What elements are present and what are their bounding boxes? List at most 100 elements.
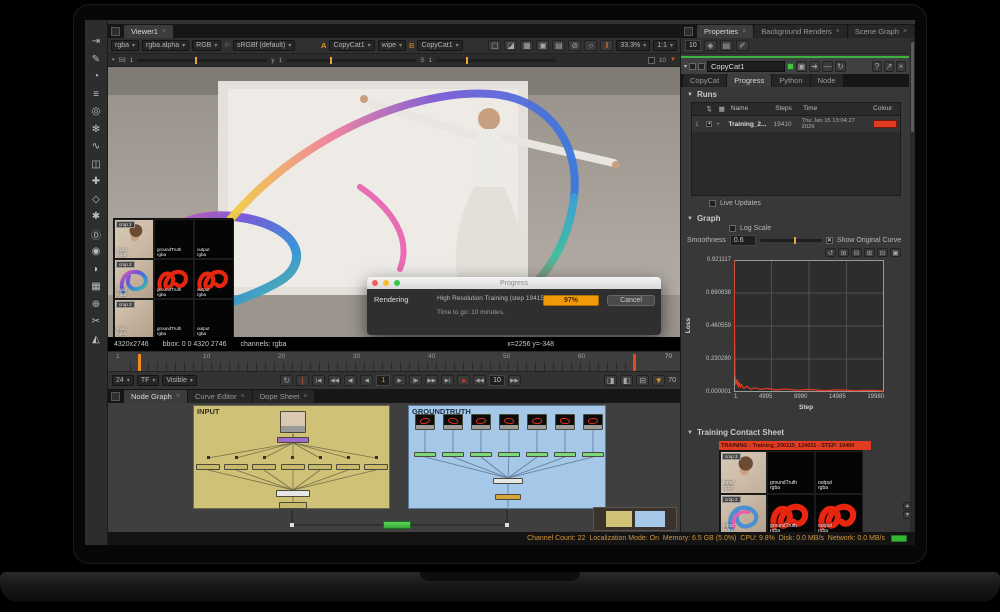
- 3d-toolbar-icon[interactable]: ◇: [88, 192, 105, 207]
- tab-node-graph[interactable]: Node Graph×: [124, 390, 187, 403]
- saturation-value[interactable]: 1: [429, 57, 433, 64]
- particles-toolbar-icon[interactable]: ✱: [88, 209, 105, 224]
- clear-panels-icon[interactable]: ✐: [736, 40, 749, 51]
- proxy-select[interactable]: 1:1▾: [653, 40, 677, 51]
- keyer-toolbar-icon[interactable]: ∿: [88, 139, 105, 154]
- goto-node-icon[interactable]: ➔: [809, 61, 820, 72]
- progress-dialog-titlebar[interactable]: Progress: [367, 277, 661, 289]
- play-backward-button[interactable]: ◀: [360, 375, 373, 386]
- close-tab-icon[interactable]: ×: [903, 28, 907, 35]
- read-node[interactable]: [583, 414, 603, 430]
- close-tab-icon[interactable]: ×: [303, 393, 307, 400]
- tab-background-renders[interactable]: Background Renders×: [754, 25, 847, 38]
- gamma-display-icon[interactable]: ○: [584, 40, 597, 51]
- stop-record-icon[interactable]: ●: [457, 375, 470, 386]
- zoom-out-y-icon[interactable]: ⊟: [877, 248, 888, 257]
- tab-progress[interactable]: Progress: [727, 74, 771, 87]
- step-back-button[interactable]: ◀|: [344, 375, 357, 386]
- node-color-dropdown-icon[interactable]: ▾: [684, 63, 687, 70]
- reformat-node[interactable]: [495, 494, 521, 500]
- max-panels-field[interactable]: 10: [685, 40, 701, 51]
- colorspace-select[interactable]: sRGBf (default)▾: [233, 40, 295, 51]
- a-buffer-select[interactable]: CopyCat1▾: [329, 40, 374, 51]
- close-tab-icon[interactable]: ×: [836, 28, 840, 35]
- lock-panels-icon[interactable]: ◈: [704, 40, 717, 51]
- crop-node[interactable]: [442, 452, 464, 457]
- prev-keyframe-button[interactable]: ◀◀: [328, 375, 341, 386]
- close-tab-icon[interactable]: ×: [241, 393, 245, 400]
- runs-table[interactable]: ⇅ ▦ Name Steps Time Colour 1 ▪ + Trainin…: [691, 102, 901, 196]
- gizmos-toolbar-icon[interactable]: ◭: [88, 332, 105, 347]
- gain-fstop-value[interactable]: 59: [119, 57, 126, 64]
- color-toolbar-icon[interactable]: ◎: [88, 104, 105, 119]
- minimize-panel-icon[interactable]: —: [822, 61, 833, 72]
- crop-node[interactable]: [281, 464, 305, 470]
- runs-section-header[interactable]: ▼ Runs: [687, 90, 717, 99]
- tab-dope-sheet[interactable]: Dope Sheet×: [253, 390, 315, 403]
- timeline-range-select[interactable]: TF▾: [137, 375, 160, 386]
- expand-run-icon[interactable]: +: [716, 121, 724, 128]
- last-frame-button[interactable]: ▶|: [441, 375, 454, 386]
- pane-menu-icon[interactable]: [684, 27, 693, 36]
- collapse-arrow-icon[interactable]: ▼: [687, 92, 693, 98]
- revert-icon[interactable]: ↻: [835, 61, 846, 72]
- a-buffer-label[interactable]: A: [321, 41, 326, 50]
- crop-node[interactable]: [308, 464, 332, 470]
- appendclip-node[interactable]: [276, 490, 310, 497]
- collapse-arrow-icon[interactable]: ▼: [687, 430, 693, 436]
- tab-python[interactable]: Python: [772, 74, 809, 87]
- zoom-out-x-icon[interactable]: ⊟: [851, 248, 862, 257]
- tab-scene-graph[interactable]: Scene Graph×: [848, 25, 914, 38]
- time-toolbar-icon[interactable]: ◔: [88, 69, 105, 84]
- crop-node[interactable]: [554, 452, 576, 457]
- tab-curve-editor[interactable]: Curve Editor×: [188, 390, 252, 403]
- help-icon[interactable]: ?: [872, 61, 882, 72]
- pause-icon[interactable]: ‖: [600, 40, 613, 51]
- other-toolbar-icon[interactable]: ⊕: [88, 297, 105, 312]
- crop-node[interactable]: [582, 452, 604, 457]
- gamma-value[interactable]: 1: [279, 57, 283, 64]
- display-channel-select[interactable]: RGB▾: [192, 40, 221, 51]
- panel-scrollbar[interactable]: [910, 38, 915, 532]
- crop-node[interactable]: [498, 452, 520, 457]
- column-time[interactable]: Time: [803, 105, 869, 113]
- crop-node[interactable]: [526, 452, 548, 457]
- backdrop-input[interactable]: INPUT: [193, 405, 390, 509]
- gl-color-swatch[interactable]: [698, 63, 705, 70]
- transform-toolbar-icon[interactable]: ✚: [88, 174, 105, 189]
- mask-overlay-icon[interactable]: ▤: [552, 40, 565, 51]
- draw-toolbar-icon[interactable]: ✎: [88, 52, 105, 67]
- filter-toolbar-icon[interactable]: ✻: [88, 122, 105, 137]
- crop-node[interactable]: [336, 464, 360, 470]
- metadata-toolbar-icon[interactable]: ◗: [88, 262, 105, 277]
- pane-menu-icon[interactable]: [111, 392, 120, 401]
- close-tab-icon[interactable]: ×: [162, 28, 166, 35]
- saturation-slider[interactable]: [436, 59, 556, 62]
- contact-sheet-section-header[interactable]: ▼ Training Contact Sheet: [687, 428, 784, 437]
- read-node[interactable]: [280, 411, 306, 433]
- read-node[interactable]: [471, 414, 491, 430]
- next-keyframe-button[interactable]: ▶▶: [425, 375, 438, 386]
- zoom-in-x-icon[interactable]: ⊞: [838, 248, 849, 257]
- read-node[interactable]: [443, 414, 463, 430]
- log-scale-checkbox[interactable]: [729, 225, 736, 232]
- collapse-arrow-icon[interactable]: ▼: [687, 216, 693, 222]
- crop-node[interactable]: [470, 452, 492, 457]
- run-visible-checkbox[interactable]: ▪: [706, 121, 712, 127]
- float-panel-icon[interactable]: ↗: [884, 61, 894, 72]
- close-tab-icon[interactable]: ×: [176, 393, 180, 400]
- columns-icon[interactable]: ▦: [719, 105, 727, 113]
- copycat-node[interactable]: [383, 521, 411, 529]
- play-forward-button[interactable]: ▶: [393, 375, 406, 386]
- gain-prev-icon[interactable]: ▾: [112, 57, 115, 63]
- localization-flag-icon[interactable]: ▼: [652, 375, 665, 386]
- b-buffer-label[interactable]: B: [409, 41, 414, 50]
- current-frame-field[interactable]: 1: [376, 375, 390, 386]
- reorder-icon[interactable]: ⇅: [706, 105, 714, 113]
- node-graph-canvas[interactable]: INPUT: [108, 403, 680, 532]
- first-frame-button[interactable]: |◀: [312, 375, 325, 386]
- live-updates-checkbox[interactable]: [709, 200, 716, 207]
- crop-node[interactable]: [414, 452, 436, 457]
- views-select[interactable]: Visible▾: [162, 375, 197, 386]
- loss-chart[interactable]: Loss 0.921117 0.690838 0.460559 0.230280…: [681, 260, 909, 420]
